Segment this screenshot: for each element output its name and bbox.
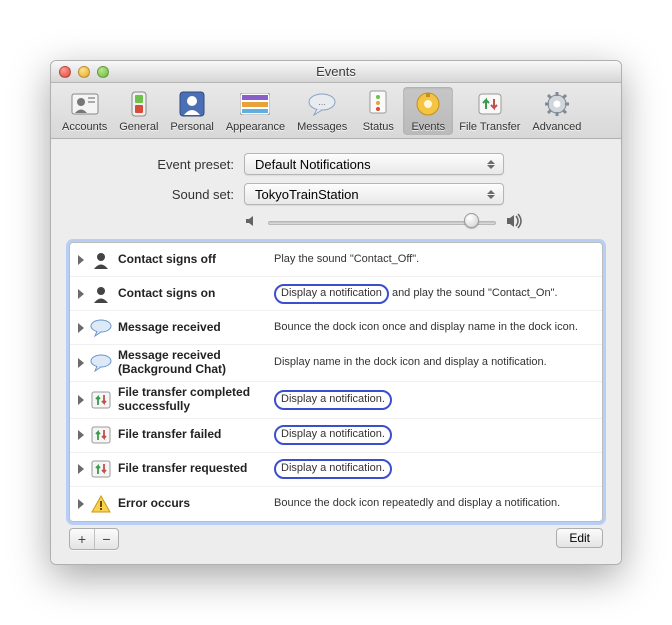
event-row[interactable]: File transfer requested Display a notifi… [70, 453, 602, 487]
disclosure-triangle-icon[interactable] [78, 289, 84, 299]
switch-icon [124, 89, 154, 119]
chat-bubble-icon: … [307, 89, 337, 119]
tab-appearance[interactable]: Appearance [220, 87, 291, 135]
event-row[interactable]: Contact signs off Play the sound "Contac… [70, 243, 602, 277]
events-list: Contact signs off Play the sound "Contac… [69, 242, 603, 521]
gear-icon [542, 89, 572, 119]
appearance-icon [240, 89, 270, 119]
sound-set-label: Sound set: [69, 187, 244, 202]
event-preset-label: Event preset: [69, 157, 244, 172]
tab-messages[interactable]: … Messages [291, 87, 353, 135]
chat-bubble-icon [90, 317, 112, 339]
event-row[interactable]: File transfer completed successfully Dis… [70, 382, 602, 419]
disclosure-triangle-icon[interactable] [78, 464, 84, 474]
add-remove-segment: + − [69, 528, 119, 550]
chat-bubble-icon [90, 352, 112, 374]
slider-thumb[interactable] [464, 213, 479, 228]
disclosure-triangle-icon[interactable] [78, 395, 84, 405]
tab-events[interactable]: Events [403, 87, 453, 135]
add-button[interactable]: + [70, 529, 94, 549]
tab-advanced[interactable]: Advanced [526, 87, 587, 135]
volume-high-icon [506, 213, 524, 232]
minimize-button[interactable] [78, 66, 90, 78]
transfer-icon [475, 89, 505, 119]
profile-icon [177, 89, 207, 119]
person-icon [90, 283, 112, 305]
event-row[interactable]: Error occurs Bounce the dock icon repeat… [70, 487, 602, 521]
chevron-updown-icon [485, 186, 497, 202]
event-row[interactable]: Message received Bounce the dock icon on… [70, 311, 602, 345]
zoom-button[interactable] [97, 66, 109, 78]
titlebar: Events [51, 61, 621, 83]
event-row[interactable]: Message received (Background Chat) Displ… [70, 345, 602, 382]
preferences-toolbar: Accounts General Personal Appearance … M… [51, 83, 621, 139]
remove-button[interactable]: − [94, 529, 118, 549]
tab-personal[interactable]: Personal [164, 87, 219, 135]
transfer-icon [90, 389, 112, 411]
event-preset-select[interactable]: Default Notifications [244, 153, 504, 175]
disclosure-triangle-icon[interactable] [78, 430, 84, 440]
transfer-icon [90, 458, 112, 480]
person-icon [90, 249, 112, 271]
volume-slider[interactable] [268, 215, 496, 231]
volume-low-icon [244, 214, 258, 231]
event-row[interactable]: File transfer failed Display a notificat… [70, 419, 602, 453]
sound-set-select[interactable]: TokyoTrainStation [244, 183, 504, 205]
preferences-window: Events Accounts General Personal Appeara… [50, 60, 622, 564]
disclosure-triangle-icon[interactable] [78, 323, 84, 333]
tab-general[interactable]: General [113, 87, 164, 135]
window-title: Events [51, 64, 621, 79]
disclosure-triangle-icon[interactable] [78, 499, 84, 509]
transfer-icon [90, 424, 112, 446]
disclosure-triangle-icon[interactable] [78, 255, 84, 265]
event-row[interactable]: Contact signs on Display a notification … [70, 277, 602, 311]
bell-icon [413, 89, 443, 119]
person-card-icon [70, 89, 100, 119]
disclosure-triangle-icon[interactable] [78, 358, 84, 368]
tab-file-transfer[interactable]: File Transfer [453, 87, 526, 135]
warning-icon [90, 493, 112, 515]
svg-text:…: … [318, 98, 326, 107]
tab-status[interactable]: Status [353, 87, 403, 135]
edit-button[interactable]: Edit [556, 528, 603, 548]
tab-accounts[interactable]: Accounts [56, 87, 113, 135]
chevron-updown-icon [485, 156, 497, 172]
status-icon [363, 89, 393, 119]
close-button[interactable] [59, 66, 71, 78]
